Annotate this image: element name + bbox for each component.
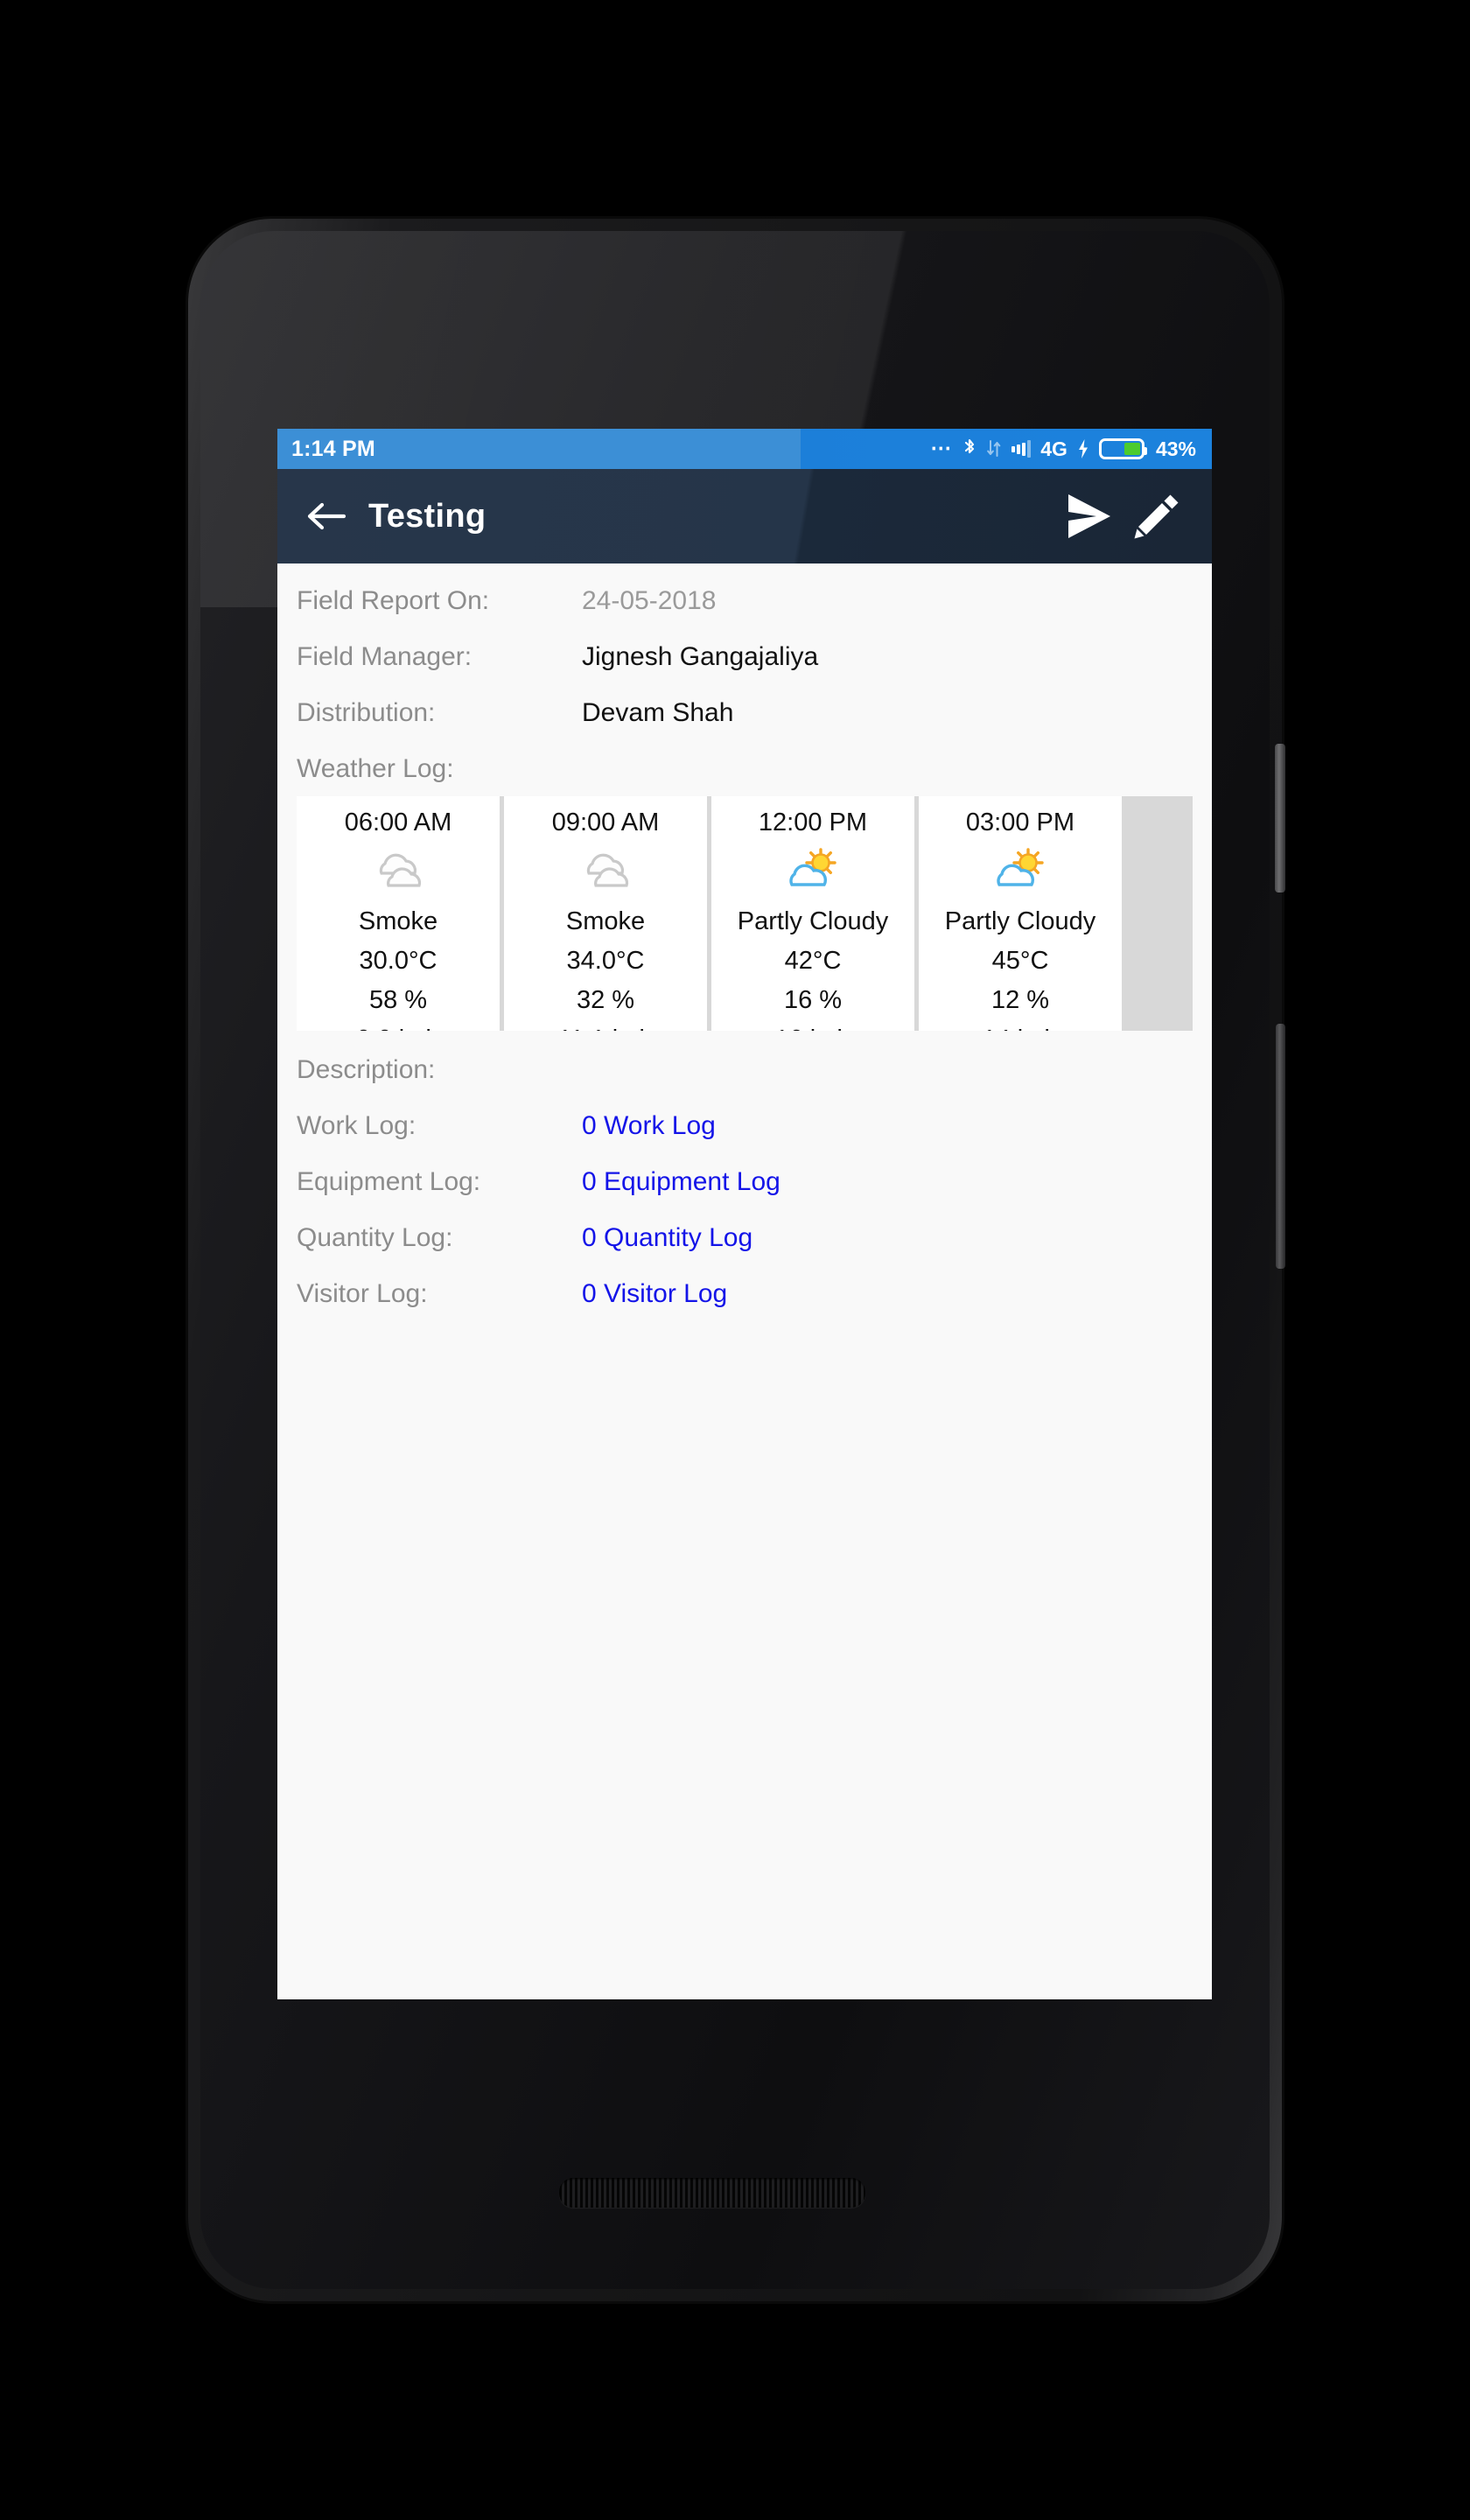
weather-card[interactable]: 12:00 PM Partly Cloudy 42°C 16 % [711,796,914,1031]
weather-temperature: 45°C [991,947,1049,975]
weather-wind: 14 kph [982,1026,1058,1031]
work-log-link[interactable]: 0 Work Log [582,1111,716,1141]
detail-value: Devam Shah [582,698,734,727]
phone-device-frame: 1:14 PM ⋯ 4G 43% Testing Field Report On… [188,219,1285,2301]
battery-percent-label: 43% [1155,437,1196,460]
power-button[interactable] [1275,744,1285,892]
partly-cloudy-icon [988,848,1053,899]
more-dots-icon: ⋯ [930,437,954,460]
detail-value: Jignesh Gangajaliya [582,642,819,671]
weather-time: 09:00 AM [551,808,660,836]
weather-time: 12:00 PM [758,808,868,836]
network-type-label: 4G [1040,437,1068,460]
weather-condition: Partly Cloudy [944,907,1096,935]
detail-row-field-manager: Field Manager: Jignesh Gangajaliya [277,642,1212,672]
log-label: Quantity Log: [297,1223,453,1252]
weather-card[interactable]: 03:00 PM Partly Cloudy 45°C 12 % [919,796,1122,1031]
weather-wind: 11.1 kph [557,1026,653,1031]
visitor-log-link[interactable]: 0 Visitor Log [582,1279,727,1309]
weather-humidity: 12 % [990,986,1050,1014]
bottom-speaker-icon [559,2178,865,2208]
weather-wind: 16 kph [774,1026,850,1031]
weather-temperature: 42°C [784,947,842,975]
volume-rocker-button[interactable] [1276,1024,1285,1269]
equipment-log-link[interactable]: 0 Equipment Log [582,1167,780,1197]
status-clock: 1:14 PM [291,436,375,461]
detail-row-description: Description: [277,1055,1212,1085]
weather-time: 03:00 PM [965,808,1075,836]
log-label: Work Log: [297,1111,416,1140]
detail-label: Distribution: [297,698,436,727]
battery-icon [1098,438,1147,459]
page-title: Testing [368,497,486,535]
weather-time: 06:00 AM [344,808,452,836]
weather-condition: Partly Cloudy [737,907,889,935]
weather-wind: 0.0 kph [356,1026,439,1031]
send-icon [1068,494,1110,538]
log-row-work: Work Log: 0 Work Log [277,1111,1212,1141]
log-row-equipment: Equipment Log: 0 Equipment Log [277,1167,1212,1197]
weather-temperature: 30.0°C [359,947,438,975]
quantity-log-link[interactable]: 0 Quantity Log [582,1223,752,1253]
detail-label: Field Report On: [297,586,490,615]
detail-row-distribution: Distribution: Devam Shah [277,698,1212,728]
log-label: Visitor Log: [297,1279,428,1308]
weather-log-label-row: Weather Log: [277,754,1212,784]
weather-card[interactable]: 09:00 AM Smoke 34.0°C 32 % [504,796,707,1031]
bluetooth-icon [962,438,976,459]
detail-row-field-report-on: Field Report On: 24-05-2018 [277,586,1212,616]
description-label: Description: [297,1055,436,1084]
weather-log-label: Weather Log: [297,754,454,783]
detail-value: 24-05-2018 [582,586,717,615]
phone-bezel: 1:14 PM ⋯ 4G 43% Testing Field Report On… [200,231,1270,2289]
app-bar: Testing [277,469,1212,564]
edit-button[interactable] [1123,482,1191,550]
log-row-visitor: Visitor Log: 0 Visitor Log [277,1279,1212,1309]
status-bar: 1:14 PM ⋯ 4G 43% [277,429,1212,469]
charging-bolt-icon [1077,438,1089,459]
weather-humidity: 58 % [368,986,428,1014]
smoke-cloud-icon [366,848,430,899]
weather-log-carousel[interactable]: 06:00 AM Smoke 30.0°C 58 % 09:00 AM Smok… [297,796,1193,1031]
detail-label: Field Manager: [297,642,472,671]
data-transfer-icon [986,438,1002,459]
back-button[interactable] [297,487,354,545]
weather-temperature: 34.0°C [566,947,645,975]
weather-condition: Smoke [565,907,646,935]
back-arrow-icon [307,502,346,530]
smoke-cloud-icon [573,848,638,899]
report-content: Field Report On: 24-05-2018 Field Manage… [277,564,1212,1309]
weather-humidity: 16 % [783,986,843,1014]
send-button[interactable] [1054,482,1123,550]
log-row-quantity: Quantity Log: 0 Quantity Log [277,1223,1212,1253]
weather-humidity: 32 % [576,986,635,1014]
pencil-edit-icon [1134,494,1179,539]
phone-screen: 1:14 PM ⋯ 4G 43% Testing Field Report On… [277,429,1212,1999]
log-label: Equipment Log: [297,1167,481,1196]
logs-section: Description: Work Log: 0 Work Log Equipm… [277,1055,1212,1309]
status-icon-tray: ⋯ 4G 43% [930,438,1196,461]
signal-bars-icon [1012,440,1032,458]
weather-card[interactable]: 06:00 AM Smoke 30.0°C 58 % [297,796,500,1031]
partly-cloudy-icon [780,848,845,899]
weather-condition: Smoke [358,907,438,935]
